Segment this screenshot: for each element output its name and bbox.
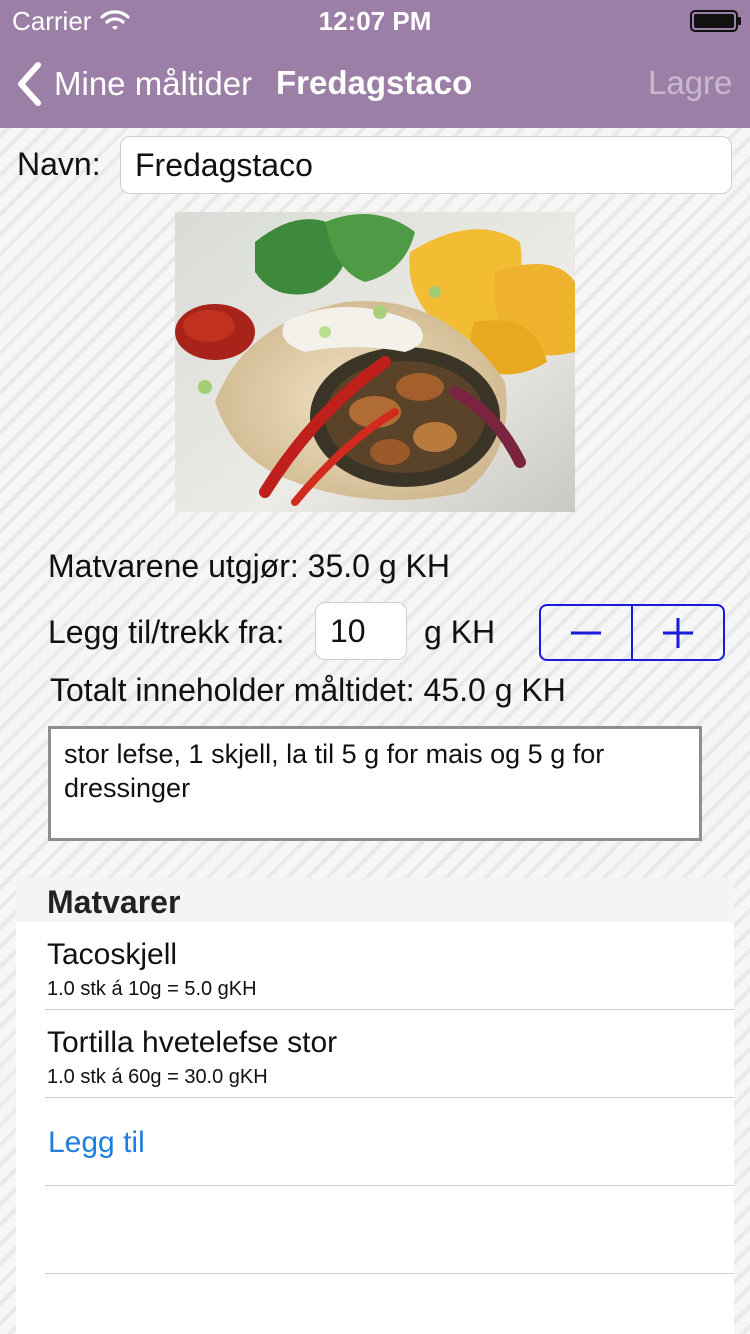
carb-adjust-field[interactable] xyxy=(315,602,407,660)
decrement-button[interactable] xyxy=(541,606,633,659)
foods-carb-sum: Matvarene utgjør: 35.0 g KH xyxy=(48,548,450,584)
minus-icon xyxy=(571,631,601,634)
name-label: Navn: xyxy=(17,146,101,182)
name-field[interactable] xyxy=(120,136,732,194)
empty-row xyxy=(16,1186,734,1274)
back-label: Mine måltider xyxy=(54,65,253,102)
add-food-label: Legg til xyxy=(48,1126,145,1159)
notes-textarea[interactable]: stor lefse, 1 skjell, la til 5 g for mai… xyxy=(48,726,702,841)
food-detail: 1.0 stk á 10g = 5.0 gKH xyxy=(47,978,257,1000)
plus-icon xyxy=(663,617,693,648)
food-list-header: Matvarer xyxy=(16,878,734,922)
row-divider xyxy=(45,1273,734,1274)
status-time: 12:07 PM xyxy=(318,6,432,36)
battery-icon xyxy=(690,10,741,32)
food-name: Tacoskjell xyxy=(47,938,178,971)
food-row[interactable]: Tortilla hvetelefse stor 1.0 stk á 60g =… xyxy=(16,1010,734,1098)
meal-total-carbs: Totalt inneholder måltidet: 45.0 g KH xyxy=(50,672,566,708)
back-button[interactable]: Mine måltider xyxy=(0,52,258,116)
food-detail: 1.0 stk á 60g = 30.0 gKH xyxy=(47,1066,268,1088)
adjust-unit: g KH xyxy=(424,614,496,650)
increment-button[interactable] xyxy=(633,606,723,659)
food-name: Tortilla hvetelefse stor xyxy=(47,1026,338,1059)
food-row[interactable]: Tacoskjell 1.0 stk á 10g = 5.0 gKH xyxy=(16,922,734,1010)
adjust-label: Legg til/trekk fra: xyxy=(48,614,285,650)
page-title: Fredagstaco xyxy=(276,64,473,101)
add-food-button[interactable]: Legg til xyxy=(16,1098,734,1186)
carb-adjust-stepper xyxy=(539,604,725,661)
food-list: Matvarer Tacoskjell 1.0 stk á 10g = 5.0 … xyxy=(16,878,734,1334)
save-button[interactable]: Lagre xyxy=(648,64,732,102)
food-list-title: Matvarer xyxy=(47,884,181,920)
meal-photo[interactable] xyxy=(175,212,575,512)
chevron-left-icon xyxy=(18,62,41,106)
